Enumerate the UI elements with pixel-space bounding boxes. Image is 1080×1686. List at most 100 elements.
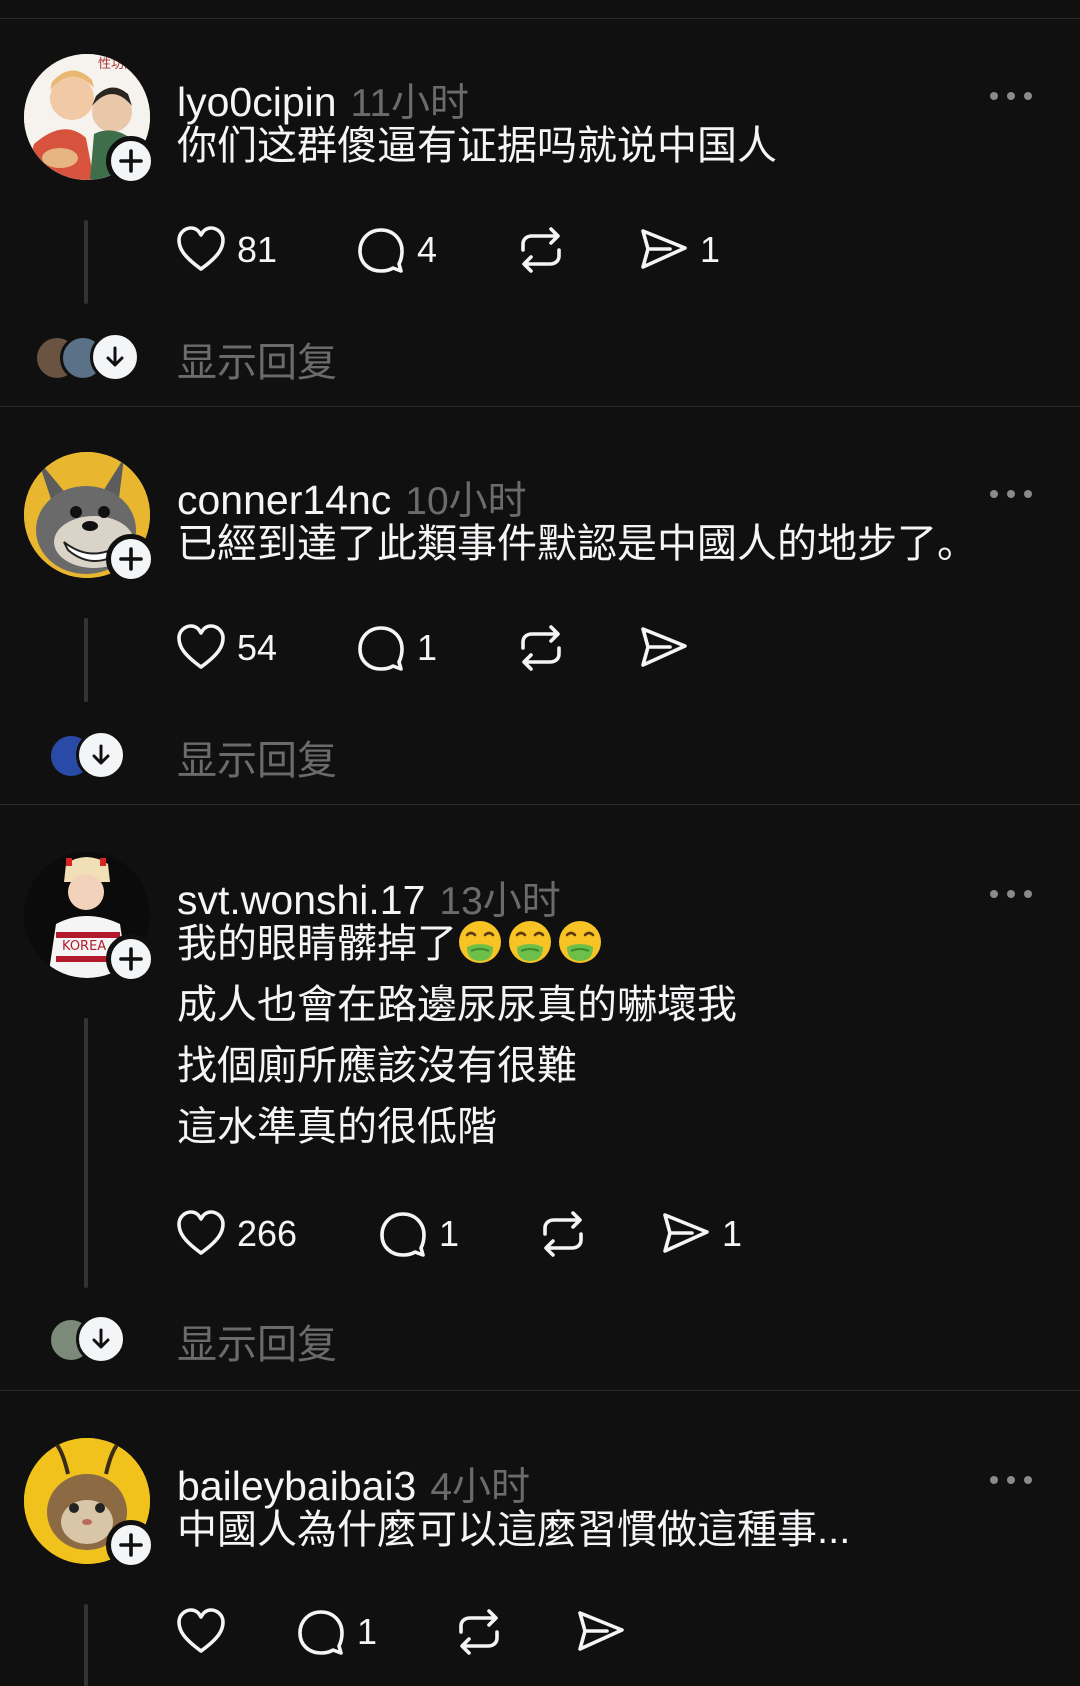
post-header: conner14nc 10小时 [177,470,527,523]
post-1: 性功的 lyo0cipin 11小时 你们这群傻逼有证据吗就说中国人 81 4 … [0,54,1080,404]
comment-button[interactable]: 1 [377,1208,537,1260]
send-icon [663,1213,709,1253]
repost-icon [459,1609,499,1655]
post-text-line: 中國人為什麼可以這麼習慣做這種事... [177,1508,851,1552]
post-text-segment: 我的眼睛髒掉了 [177,922,457,966]
repost-icon [521,625,561,671]
heart-icon [177,624,225,669]
plus-icon [119,547,143,571]
share-button[interactable] [638,622,700,674]
show-replies-row[interactable]: 显示回复 [0,328,1080,385]
comment-icon [358,228,404,273]
share-button[interactable]: 1 [638,224,720,276]
divider [0,1390,1080,1391]
plus-icon [119,149,143,173]
post-text: 已經到達了此類事件默認是中國人的地步了。 [177,514,977,575]
arrow-down-icon [92,1328,110,1349]
comment-icon [380,1212,426,1257]
more-icon[interactable] [990,890,1032,898]
share-button[interactable]: 1 [660,1208,742,1260]
comment-count: 1 [417,627,438,668]
avatar[interactable] [24,452,156,584]
more-icon[interactable] [990,1476,1032,1484]
avatar[interactable]: KOREA [24,852,156,984]
avatar[interactable]: 性功的 [24,54,156,186]
comment-count: 1 [439,1213,460,1254]
more-icon[interactable] [990,490,1032,498]
share-count: 1 [700,229,721,270]
send-icon [641,627,687,667]
like-count: 266 [237,1213,298,1254]
action-bar: 1 [175,1604,627,1660]
arrow-down-icon [106,346,124,367]
avatar-caption: KOREA [62,939,106,954]
comment-button[interactable]: 1 [355,622,515,674]
post-header: baileybaibai3 4小时 [177,1456,530,1509]
follow-button[interactable] [106,934,156,984]
plus-icon [119,1533,143,1557]
follow-button[interactable] [106,136,156,186]
action-bar: 266 1 1 [175,1206,742,1262]
nauseated-face-emoji-icon [509,921,551,963]
nauseated-face-emoji-icon [559,921,601,963]
avatar-caption: 性功的 [98,56,137,72]
divider [0,18,1080,19]
post-text-line: 我的眼睛髒掉了 [177,914,737,975]
repost-button[interactable] [453,1606,575,1658]
expand-replies-button[interactable] [90,332,140,382]
like-button[interactable] [175,1606,295,1658]
post-header: lyo0cipin 11小时 [177,72,469,125]
thread-line [84,220,88,304]
comment-button[interactable]: 1 [295,1606,453,1658]
post-3: KOREA svt.wonshi.17 13小时 我的眼睛髒掉了 成人也會在路邊… [0,852,1080,1382]
show-replies-link[interactable]: 显示回复 [177,330,337,388]
heart-icon [177,226,225,271]
show-replies-row[interactable]: 显示回复 [0,1310,1080,1367]
expand-replies-button[interactable] [76,1314,126,1364]
post-text-line: 已經到達了此類事件默認是中國人的地步了。 [177,522,977,566]
post-2: conner14nc 10小时 已經到達了此類事件默認是中國人的地步了。 54 … [0,452,1080,802]
nauseated-face-emoji-icon [459,921,501,963]
heart-icon [177,1210,225,1255]
repost-button[interactable] [515,224,638,276]
repost-icon [521,227,561,273]
arrow-down-icon [92,744,110,765]
post-text: 中國人為什麼可以這麼習慣做這種事... [177,1500,850,1561]
thread-line [84,618,88,702]
repost-icon [543,1211,583,1257]
like-button[interactable]: 266 [175,1208,377,1260]
thread-line [84,1018,88,1288]
post-text: 我的眼睛髒掉了 成人也會在路邊尿尿真的嚇壞我 找個廁所應該沒有很難 這水準真的很… [177,914,737,1158]
comment-count: 1 [357,1611,378,1652]
send-icon [641,229,687,269]
post-text-line: 你们这群傻逼有证据吗就说中国人 [177,124,777,168]
share-button[interactable] [575,1606,627,1658]
post-header: svt.wonshi.17 13小时 [177,870,561,923]
like-button[interactable]: 54 [175,622,355,674]
comment-button[interactable]: 4 [355,224,515,276]
like-count: 54 [237,627,278,668]
repost-button[interactable] [515,622,638,674]
comment-icon [358,626,404,671]
divider [0,406,1080,407]
plus-icon [119,947,143,971]
expand-replies-button[interactable] [76,730,126,780]
post-text-line: 這水準真的很低階 [177,1105,497,1149]
follow-button[interactable] [106,534,156,584]
share-count: 1 [722,1213,743,1254]
repost-button[interactable] [537,1208,660,1260]
follow-button[interactable] [106,1520,156,1570]
divider [0,804,1080,805]
show-replies-link[interactable]: 显示回复 [177,1312,337,1370]
comment-count: 4 [417,229,438,270]
avatar[interactable] [24,1438,156,1570]
like-button[interactable]: 81 [175,224,355,276]
action-bar: 81 4 1 [175,222,720,278]
send-icon [578,1611,624,1651]
show-replies-row[interactable]: 显示回复 [0,726,1080,783]
action-bar: 54 1 [175,620,700,676]
post-text-line: 找個廁所應該沒有很難 [177,1044,577,1088]
show-replies-link[interactable]: 显示回复 [177,728,337,786]
more-icon[interactable] [990,92,1032,100]
like-count: 81 [237,229,278,270]
